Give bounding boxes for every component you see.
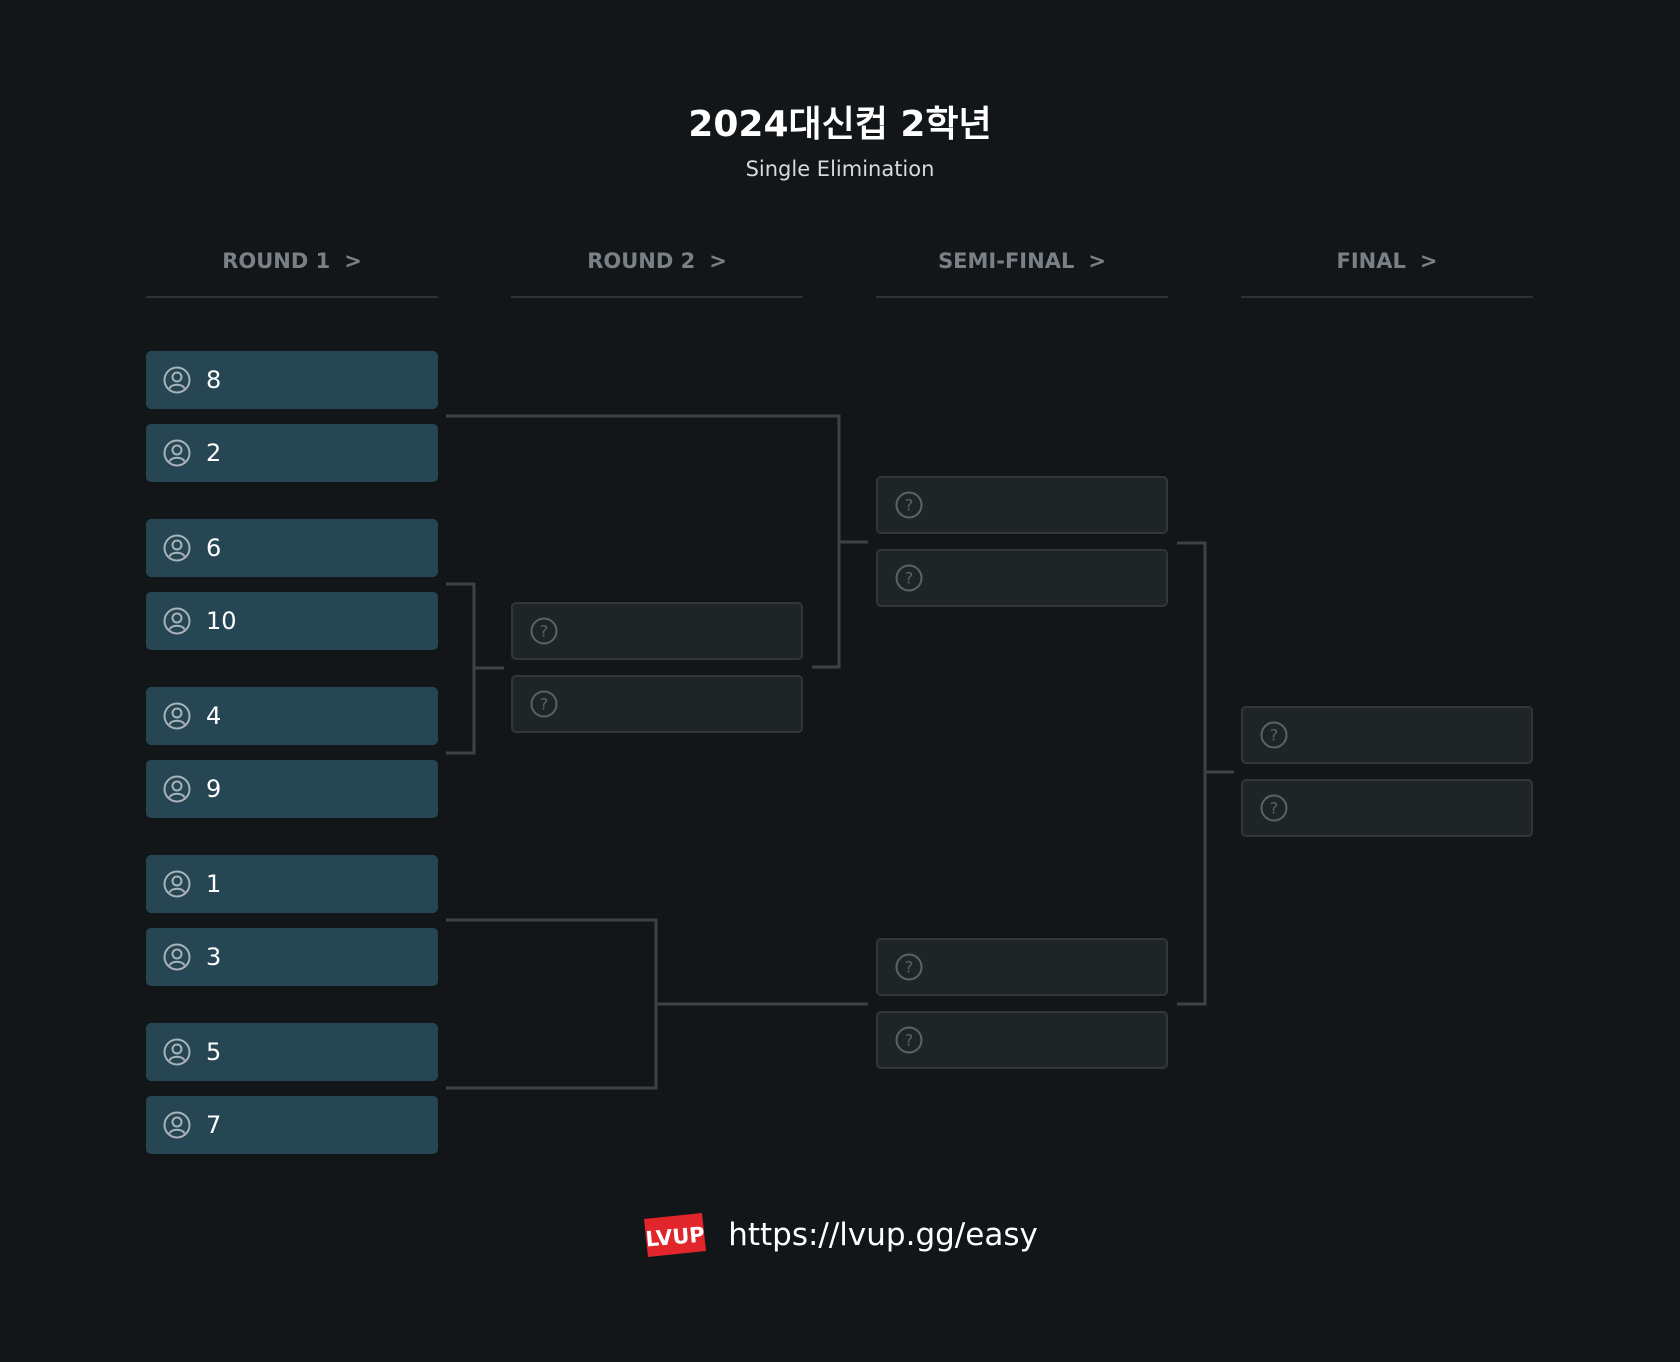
team-name: 7	[206, 1111, 222, 1139]
question-circle-icon: ?	[894, 563, 924, 593]
connector-10-4	[446, 582, 476, 755]
team-name: 4	[206, 702, 222, 730]
team-name: 9	[206, 775, 222, 803]
user-circle-icon	[162, 438, 192, 468]
question-circle-icon: ?	[1259, 793, 1289, 823]
user-circle-icon	[162, 774, 192, 804]
team-slot[interactable]: 3	[146, 928, 438, 986]
team-slot[interactable]: 10	[146, 592, 438, 650]
team-slot[interactable]: 8	[146, 351, 438, 409]
tbd-slot[interactable]: ?	[876, 938, 1168, 996]
team-slot[interactable]: 1	[146, 855, 438, 913]
user-circle-icon	[162, 365, 192, 395]
user-circle-icon	[162, 869, 192, 899]
svg-text:?: ?	[905, 958, 914, 977]
user-circle-icon	[162, 942, 192, 972]
tbd-slot[interactable]: ?	[1241, 706, 1533, 764]
tbd-slot[interactable]: ?	[511, 602, 803, 660]
svg-text:?: ?	[905, 496, 914, 515]
question-circle-icon: ?	[894, 952, 924, 982]
svg-text:?: ?	[540, 622, 549, 641]
team-name: 1	[206, 870, 222, 898]
team-name: 5	[206, 1038, 222, 1066]
lvup-logo[interactable]: LVUP	[642, 1213, 708, 1257]
team-slot[interactable]: 6	[146, 519, 438, 577]
user-circle-icon	[162, 606, 192, 636]
footer: LVUP https://lvup.gg/easy	[0, 1205, 1680, 1265]
tbd-slot[interactable]: ?	[876, 476, 1168, 534]
svg-text:?: ?	[905, 1031, 914, 1050]
question-circle-icon: ?	[894, 490, 924, 520]
svg-text:?: ?	[1270, 799, 1279, 818]
team-slot[interactable]: 5	[146, 1023, 438, 1081]
question-circle-icon: ?	[1259, 720, 1289, 750]
connector-semis	[1177, 541, 1207, 1006]
footer-url-link[interactable]: https://lvup.gg/easy	[728, 1217, 1038, 1253]
logo-text: LVUP	[645, 1222, 706, 1251]
tbd-slot[interactable]: ?	[876, 1011, 1168, 1069]
svg-text:?: ?	[1270, 726, 1279, 745]
tbd-slot[interactable]: ?	[1241, 779, 1533, 837]
tbd-slot[interactable]: ?	[876, 549, 1168, 607]
team-slot[interactable]: 4	[146, 687, 438, 745]
team-name: 3	[206, 943, 222, 971]
svg-text:?: ?	[540, 695, 549, 714]
user-circle-icon	[162, 701, 192, 731]
question-circle-icon: ?	[894, 1025, 924, 1055]
user-circle-icon	[162, 533, 192, 563]
user-circle-icon	[162, 1037, 192, 1067]
team-slot[interactable]: 7	[146, 1096, 438, 1154]
connector-1-3-5-7	[446, 918, 658, 1090]
svg-text:?: ?	[905, 569, 914, 588]
bracket-connectors	[446, 414, 1234, 1090]
question-circle-icon: ?	[529, 616, 559, 646]
team-name: 8	[206, 366, 222, 394]
question-circle-icon: ?	[529, 689, 559, 719]
team-name: 6	[206, 534, 222, 562]
team-slot[interactable]: 2	[146, 424, 438, 482]
user-circle-icon	[162, 1110, 192, 1140]
team-slot[interactable]: 9	[146, 760, 438, 818]
tbd-slot[interactable]: ?	[511, 675, 803, 733]
team-name: 2	[206, 439, 222, 467]
team-name: 10	[206, 607, 237, 635]
